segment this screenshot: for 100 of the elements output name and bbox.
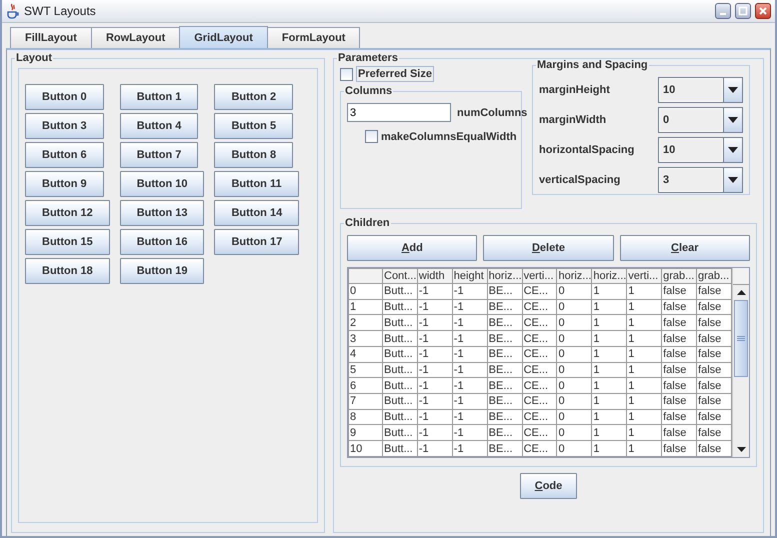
group-title: Children (344, 217, 391, 229)
table-cell: CE... (522, 314, 557, 331)
field-label: horizontalSpacing (539, 144, 636, 156)
action-button[interactable]: Add (347, 235, 478, 261)
table-cell: CE... (522, 394, 557, 410)
table-cell: BE... (487, 409, 522, 425)
table-cell: 1 (592, 378, 627, 394)
table-cell: 1 (592, 394, 627, 410)
column-header[interactable]: horiz... (487, 268, 522, 284)
caret-icon (728, 147, 738, 153)
table-cell: 1 (626, 394, 662, 410)
column-header[interactable]: verti... (522, 268, 557, 284)
scroll-down-icon[interactable] (736, 447, 746, 452)
preview-button[interactable]: Button 8 (214, 142, 294, 168)
table-cell: CE... (522, 362, 557, 378)
column-header[interactable]: height (452, 268, 488, 284)
table-cell: 1 (348, 299, 382, 315)
preview-button[interactable]: Button 10 (120, 171, 204, 197)
table-cell: 0 (556, 424, 592, 441)
minimize-icon[interactable] (715, 3, 731, 19)
preview-button[interactable]: Button 13 (120, 200, 204, 226)
table-cell: 1 (592, 314, 627, 331)
column-header[interactable]: grab... (662, 268, 697, 284)
table-cell: 7 (348, 394, 382, 410)
preview-button[interactable]: Button 6 (25, 142, 104, 168)
preview-button[interactable]: Button 19 (120, 258, 204, 284)
column-header[interactable]: horiz... (592, 268, 627, 284)
dropdown[interactable]: 10 (658, 77, 743, 103)
preview-button[interactable]: Button 3 (25, 113, 104, 139)
table-cell: 1 (592, 409, 627, 425)
columns-field[interactable]: 3 (347, 103, 451, 122)
column-header[interactable]: Cont... (382, 268, 418, 284)
checkbox[interactable] (365, 130, 378, 143)
table-cell: Butt... (382, 314, 418, 331)
group-title: Parameters (337, 52, 399, 64)
table-cell: 1 (592, 299, 627, 315)
checkbox[interactable] (340, 68, 353, 80)
table-cell: BE... (487, 299, 522, 315)
table-cell: Butt... (382, 362, 418, 378)
table-cell: -1 (452, 362, 488, 378)
table-cell: Butt... (382, 378, 418, 394)
preview-button[interactable]: Button 9 (25, 171, 104, 197)
preview-button[interactable]: Button 17 (214, 229, 300, 255)
preview-button[interactable]: Button 16 (120, 229, 204, 255)
field-label: marginHeight (539, 84, 611, 96)
scrollbar[interactable] (732, 268, 749, 457)
caret-icon (728, 177, 738, 183)
table-cell: CE... (522, 299, 557, 315)
preview-button[interactable]: Button 14 (214, 200, 300, 226)
table-cell: Butt... (382, 330, 418, 346)
table-cell: -1 (417, 378, 452, 394)
table-cell: false (662, 440, 697, 456)
table-cell: 1 (626, 378, 662, 394)
action-button[interactable]: Delete (483, 235, 614, 261)
tab[interactable]: FillLayout (10, 27, 92, 48)
table-cell: false (662, 362, 697, 378)
tab[interactable]: RowLayout (90, 27, 180, 48)
table-cell: false (662, 378, 697, 394)
action-button[interactable]: Clear (620, 235, 750, 261)
column-header[interactable]: horiz... (556, 268, 592, 284)
tab[interactable]: FormLayout (266, 27, 360, 48)
preview-button[interactable]: Button 12 (25, 200, 110, 226)
preview-button[interactable]: Button 0 (25, 84, 104, 110)
column-header[interactable]: grab... (696, 268, 732, 284)
cup-icon (6, 3, 20, 19)
table-cell: 2 (348, 314, 382, 331)
code-button[interactable]: Code (520, 473, 578, 499)
column-header[interactable]: verti... (626, 268, 662, 284)
table-cell: 1 (626, 284, 662, 300)
preview-button[interactable]: Button 7 (120, 142, 198, 168)
table-cell: 0 (348, 284, 382, 300)
column-header[interactable]: width (417, 268, 452, 284)
dropdown[interactable]: 0 (658, 107, 743, 133)
scroll-up-icon[interactable] (736, 290, 746, 295)
preview-button[interactable]: Button 15 (25, 229, 110, 255)
preview-button[interactable]: Button 18 (25, 258, 110, 284)
preview-button[interactable]: Button 2 (214, 84, 294, 110)
table-cell: 10 (348, 440, 382, 456)
table-cell: -1 (452, 299, 488, 315)
table-cell: 0 (556, 362, 592, 378)
table-cell: CE... (522, 424, 557, 441)
preview-button[interactable]: Button 4 (120, 113, 198, 139)
maximize-icon[interactable] (735, 3, 751, 19)
preview-button[interactable]: Button 11 (214, 171, 299, 197)
table-cell: false (662, 394, 697, 410)
preview-button[interactable]: Button 5 (214, 113, 294, 139)
preview-button[interactable]: Button 1 (120, 84, 198, 110)
table-cell: CE... (522, 440, 557, 456)
group-title: Layout (15, 52, 54, 64)
dropdown[interactable]: 10 (658, 137, 743, 163)
table-cell: -1 (417, 409, 452, 425)
table-cell: 0 (556, 440, 592, 456)
tab[interactable]: GridLayout (179, 26, 268, 48)
table-cell: 0 (556, 314, 592, 331)
table-cell: 1 (592, 346, 627, 362)
table-cell: 6 (348, 378, 382, 394)
dropdown[interactable]: 3 (658, 167, 743, 193)
close-icon[interactable] (755, 3, 771, 19)
column-header[interactable] (348, 268, 382, 284)
table-cell: 1 (626, 346, 662, 362)
